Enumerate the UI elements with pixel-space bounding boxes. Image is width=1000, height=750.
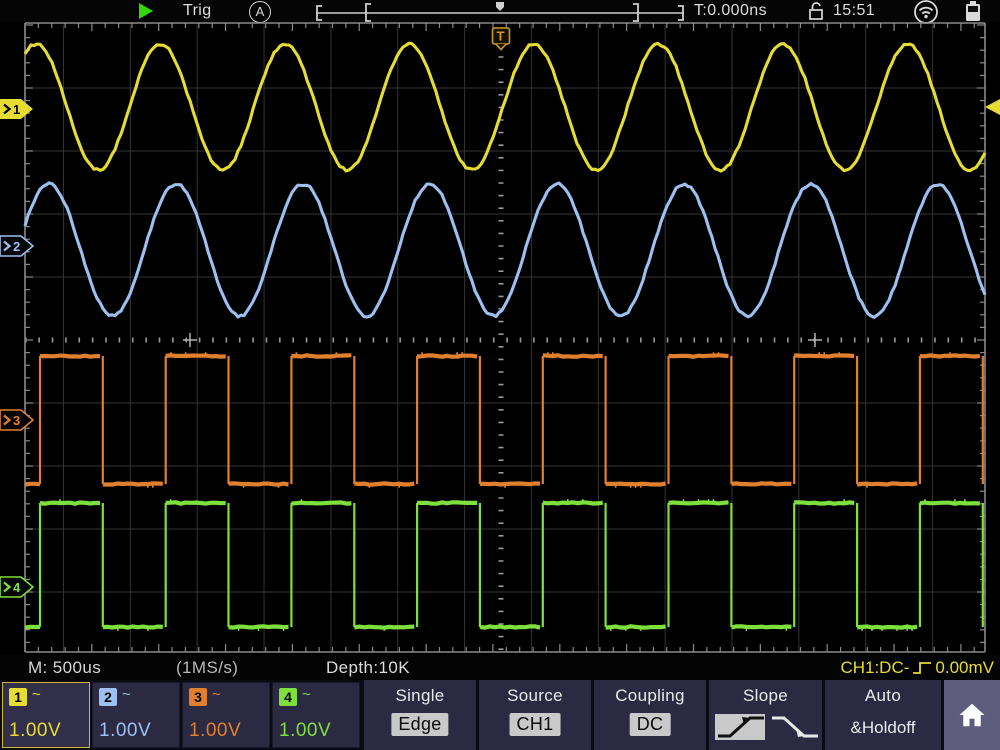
home-icon: [957, 700, 987, 730]
trigger-coupling-value[interactable]: DC: [630, 713, 671, 736]
rising-slope-icon[interactable]: [715, 712, 767, 742]
trigger-mode-label: Single: [364, 686, 476, 706]
oscilloscope-screen: Trig A T:0.000ns 15:51: [0, 0, 1000, 750]
trigger-slope-menu-item[interactable]: Slope: [709, 680, 822, 750]
window-position-marker: [496, 2, 504, 11]
auto-trigger-letter: A: [256, 4, 265, 19]
svg-text:3: 3: [13, 413, 20, 428]
channel-2-badge: 2: [99, 688, 117, 706]
trigger-source-coupling: CH1:DC-: [840, 656, 909, 680]
channel-1-badge: 1: [9, 688, 27, 706]
trigger-level-marker[interactable]: [985, 99, 1000, 115]
trigger-position-flag[interactable]: T: [493, 28, 510, 50]
rising-edge-icon: [912, 660, 932, 676]
channel-4-scale: 1.00V: [279, 720, 331, 742]
ch3-position-marker[interactable]: 3: [0, 410, 33, 430]
record-depth-readout: Depth:10K: [326, 656, 410, 680]
channel-1-scale: 1.00V: [9, 720, 61, 742]
ch3-trace: [25, 352, 983, 488]
bottom-menu-bar: 1 ~ 1.00V 2 ~ 1.00V 3 ~ 1.00V 4 ~ 1.00V …: [0, 680, 1000, 750]
channel-1-button[interactable]: 1 ~ 1.00V: [2, 682, 90, 748]
svg-text:2: 2: [13, 239, 20, 254]
trigger-slope-label: Slope: [709, 686, 822, 706]
holdoff-label: &Holdoff: [825, 718, 941, 738]
channel-1-coupling: ~: [32, 686, 41, 703]
auto-label: Auto: [825, 686, 941, 706]
trigger-coupling-label: Coupling: [594, 686, 706, 706]
ch1-position-marker[interactable]: 1: [0, 99, 33, 119]
svg-text:4: 4: [13, 580, 21, 595]
waveform-display-area: 1 2 3 4 T: [0, 22, 1000, 655]
channel-4-button[interactable]: 4 ~ 1.00V: [272, 682, 360, 748]
auto-holdoff-menu-item[interactable]: Auto &Holdoff: [825, 680, 941, 750]
channel-3-scale: 1.00V: [189, 720, 241, 742]
clock: 15:51: [833, 0, 875, 22]
channel-2-scale: 1.00V: [99, 720, 151, 742]
channel-4-coupling: ~: [302, 686, 311, 703]
lock-icon: [806, 0, 826, 22]
channel-2-coupling: ~: [122, 686, 131, 703]
trig-status-label: Trig: [183, 0, 212, 22]
trigger-mode-menu-item[interactable]: Single Edge: [364, 680, 476, 750]
ch1-trace: [25, 43, 985, 171]
channel-3-button[interactable]: 3 ~ 1.00V: [182, 682, 270, 748]
trigger-level-readout: 0.00mV: [935, 656, 994, 680]
timebase-readout: M: 500us: [28, 656, 101, 680]
channel-3-badge: 3: [189, 688, 207, 706]
bottom-status-bar: M: 500us (1MS/s) Depth:10K CH1:DC- 0.00m…: [0, 655, 1000, 680]
svg-text:1: 1: [13, 102, 20, 117]
channel-2-button[interactable]: 2 ~ 1.00V: [92, 682, 180, 748]
falling-slope-icon[interactable]: [769, 712, 821, 742]
trigger-source-value[interactable]: CH1: [510, 713, 561, 736]
sample-rate-readout: (1MS/s): [176, 656, 238, 680]
run-play-icon[interactable]: [139, 3, 153, 19]
ch2-trace: [25, 183, 985, 317]
channel-3-coupling: ~: [212, 686, 221, 703]
trigger-time-readout: T:0.000ns: [694, 0, 767, 22]
trigger-source-menu-item[interactable]: Source CH1: [479, 680, 591, 750]
battery-icon: [962, 0, 984, 22]
trigger-mode-value[interactable]: Edge: [391, 713, 448, 736]
trigger-coupling-menu-item[interactable]: Coupling DC: [594, 680, 706, 750]
svg-text:T: T: [497, 29, 505, 44]
auto-trigger-icon[interactable]: A: [249, 1, 271, 23]
channel-4-badge: 4: [279, 688, 297, 706]
memory-window-indicator: [313, 0, 687, 22]
top-status-bar: Trig A T:0.000ns 15:51: [0, 0, 1000, 22]
trigger-source-label: Source: [479, 686, 591, 706]
home-button[interactable]: [944, 680, 1000, 750]
ch4-trace: [25, 499, 983, 631]
trigger-settings-readout: CH1:DC- 0.00mV: [840, 656, 994, 680]
